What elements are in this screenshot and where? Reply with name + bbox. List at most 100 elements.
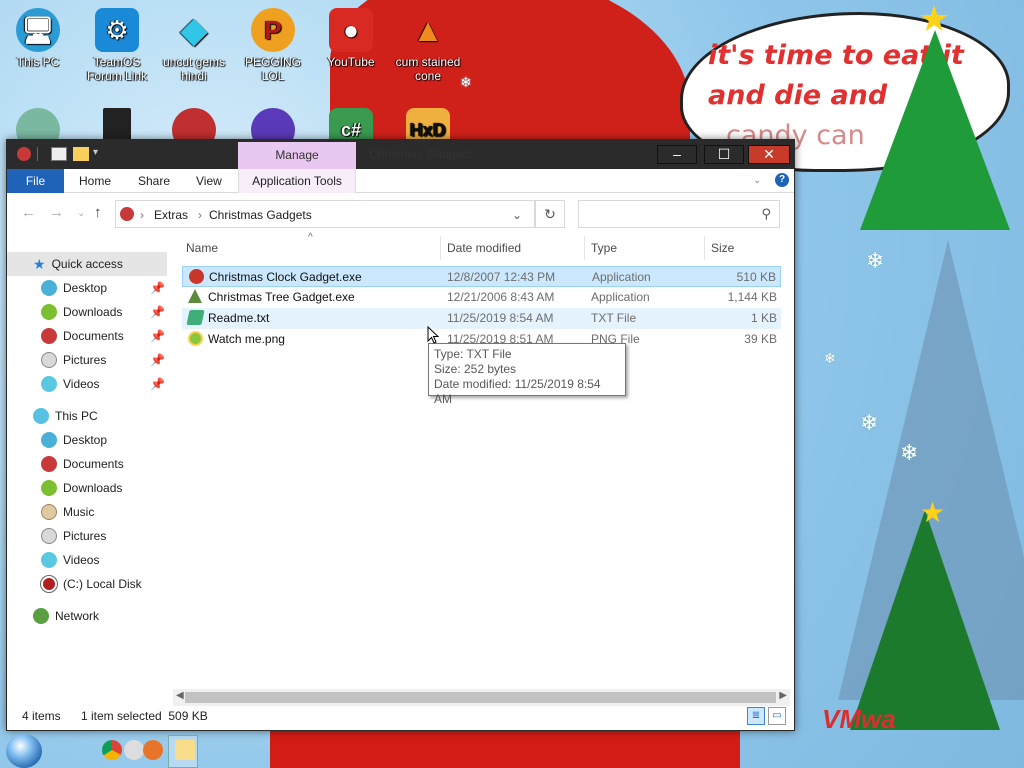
documents-icon (41, 328, 57, 344)
tab-share[interactable]: Share (138, 169, 170, 193)
navigation-pane: ★ Quick access Desktop 📌 Downloads 📌 Doc… (7, 244, 167, 700)
nav-quick-videos[interactable]: Videos 📌 (7, 372, 167, 396)
scroll-left-icon[interactable]: ◀ (176, 690, 184, 701)
text-file-icon (186, 310, 205, 325)
search-input[interactable]: ⚲ (578, 200, 780, 228)
up-arrow-icon[interactable]: ↑ (94, 204, 102, 221)
desktop-icon-teamos[interactable]: ⚙ TeamOS Forum Link (81, 8, 153, 83)
column-header-date[interactable]: Date modified (447, 236, 521, 260)
desktop-icon-pegging[interactable]: P PEGGING LOL (237, 8, 309, 83)
column-header-size[interactable]: Size (711, 236, 734, 260)
tooltip-type: Type: TXT File (434, 347, 512, 361)
divider (37, 147, 38, 161)
file-name: Watch me.png (208, 332, 285, 346)
snowflake-icon: ❄ (824, 350, 836, 366)
tab-manage[interactable]: Manage (238, 142, 356, 169)
gear-icon[interactable] (124, 740, 144, 760)
active-taskbar-indicator (168, 735, 198, 768)
snowflake-icon: ❄ (866, 248, 885, 273)
desktop-icon-this-pc[interactable]: 🖥 This PC (2, 8, 74, 69)
computer-icon: 🖥 (16, 8, 60, 52)
angry-bird-icon: ● (329, 8, 373, 52)
address-field[interactable]: › Extras › Christmas Gadgets ⌄ (115, 200, 535, 228)
nav-quick-pictures[interactable]: Pictures 📌 (7, 348, 167, 372)
nav-pc-videos[interactable]: Videos (7, 548, 167, 572)
column-header-name[interactable]: Name (186, 236, 218, 260)
recent-chevron-icon[interactable]: ⌄ (77, 208, 85, 219)
column-header-type[interactable]: Type (591, 236, 617, 260)
large-icons-view-button[interactable]: ▭ (768, 707, 786, 725)
help-icon[interactable]: ? (775, 173, 789, 187)
snowflake-icon: ❄ (860, 410, 879, 435)
maximize-button[interactable]: ☐ (704, 145, 744, 164)
pin-icon: 📌 (150, 377, 165, 391)
diamond-icon: ◆ (180, 9, 208, 50)
desktop-icon-cone[interactable]: ▲ cum stained cone (392, 8, 464, 83)
chevron-down-icon[interactable]: ▾ (93, 147, 109, 161)
breadcrumb-extras[interactable]: Extras (154, 208, 188, 222)
tab-file[interactable]: File (7, 169, 64, 193)
pictures-icon (41, 352, 57, 368)
window-title: Christmas Gadgets (369, 147, 472, 161)
column-divider[interactable] (584, 236, 585, 260)
refresh-button[interactable]: ↻ (535, 200, 565, 228)
expand-ribbon-icon[interactable]: ⌄ (753, 169, 761, 193)
address-bar-row: ← → ⌄ ↑ › Extras › Christmas Gadgets ⌄ ↻… (7, 194, 794, 234)
desktop-icon-label: TeamOS Forum Link (86, 55, 148, 83)
nav-quick-access[interactable]: ★ Quick access (7, 252, 167, 276)
chevron-down-icon[interactable]: ⌄ (512, 208, 522, 222)
videos-icon (41, 552, 57, 568)
breadcrumb-christmas-gadgets[interactable]: Christmas Gadgets (209, 208, 312, 222)
nav-pc-documents[interactable]: Documents (7, 452, 167, 476)
documents-icon (41, 456, 57, 472)
nav-label: Desktop (63, 281, 108, 295)
new-folder-icon[interactable] (73, 147, 89, 161)
pictures-icon (41, 528, 57, 544)
column-divider[interactable] (704, 236, 705, 260)
column-divider[interactable] (440, 236, 441, 260)
traffic-cone-icon: ▲ (412, 12, 444, 48)
file-type: TXT File (591, 311, 637, 325)
network-icon (33, 608, 49, 624)
nav-quick-documents[interactable]: Documents 📌 (7, 324, 167, 348)
file-row[interactable]: Christmas Tree Gadget.exe 12/21/2006 8:4… (182, 287, 781, 308)
details-view-button[interactable]: ≣ (747, 707, 765, 725)
file-date: 12/21/2006 8:43 AM (447, 290, 555, 304)
nav-pc-desktop[interactable]: Desktop (7, 428, 167, 452)
music-icon (41, 504, 57, 520)
downloads-icon (41, 480, 57, 496)
file-row[interactable]: Readme.txt 11/25/2019 8:54 AM TXT File 1… (182, 308, 781, 329)
title-bar[interactable]: ▾ Manage Christmas Gadgets – ☐ ✕ (7, 140, 794, 169)
desktop-icon-uncut-gems[interactable]: ◆ uncut gems hindi (158, 8, 230, 84)
file-name: Readme.txt (208, 311, 270, 325)
nav-label: Videos (63, 553, 100, 567)
desktop-icon-label: This PC (16, 55, 60, 69)
file-date: 11/25/2019 8:54 AM (447, 311, 554, 325)
back-arrow-icon[interactable]: ← (21, 204, 36, 221)
nav-quick-desktop[interactable]: Desktop 📌 (7, 276, 167, 300)
tab-home[interactable]: Home (79, 169, 111, 193)
minimize-button[interactable]: – (657, 145, 697, 164)
nav-quick-downloads[interactable]: Downloads 📌 (7, 300, 167, 324)
tab-application-tools[interactable]: Application Tools (238, 169, 356, 193)
chrome-icon[interactable] (102, 740, 122, 760)
nav-pc-pictures[interactable]: Pictures (7, 524, 167, 548)
firefox-icon[interactable] (143, 740, 163, 760)
nav-pc-local-disk[interactable]: (C:) Local Disk (7, 572, 167, 596)
close-button[interactable]: ✕ (748, 145, 790, 164)
p-logo-icon: P (251, 8, 295, 52)
start-button[interactable] (6, 734, 42, 768)
scroll-right-icon[interactable]: ▶ (779, 690, 787, 701)
nav-pc-downloads[interactable]: Downloads (7, 476, 167, 500)
nav-network[interactable]: Network (7, 604, 167, 628)
forward-arrow-icon[interactable]: → (49, 204, 64, 221)
desktop-icon-youtube[interactable]: ● YouTube (315, 8, 387, 69)
star-icon: ★ (918, 0, 951, 39)
properties-icon[interactable] (51, 147, 67, 161)
file-date: 12/8/2007 12:43 PM (447, 270, 556, 284)
file-row[interactable]: Christmas Clock Gadget.exe 12/8/2007 12:… (182, 266, 781, 287)
nav-pc-music[interactable]: Music (7, 500, 167, 524)
tab-view[interactable]: View (196, 169, 222, 193)
tooltip-size: Size: 252 bytes (434, 362, 517, 376)
nav-this-pc[interactable]: This PC (7, 404, 167, 428)
